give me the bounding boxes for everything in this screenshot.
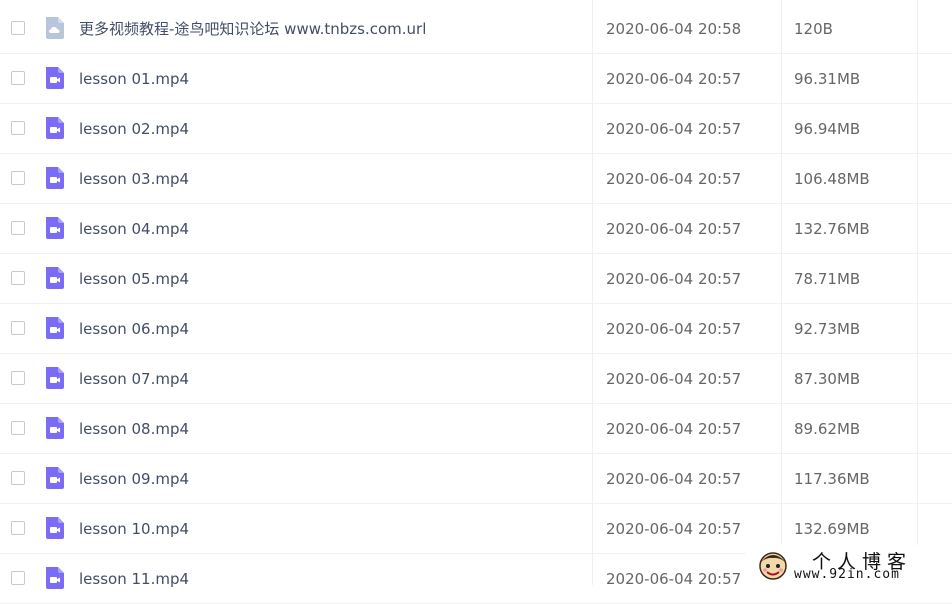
row-checkbox[interactable]: [11, 321, 25, 335]
video-file-icon: [43, 366, 67, 390]
row-checkbox[interactable]: [11, 71, 25, 85]
file-size: 117.36MB: [794, 470, 870, 488]
file-modified-date: 2020-06-04 20:57: [606, 370, 742, 388]
row-checkbox[interactable]: [11, 121, 25, 135]
watermark: 个人博客 www.92in.com: [746, 545, 952, 585]
file-row[interactable]: lesson 06.mp4 2020-06-04 20:57 92.73MB: [0, 304, 952, 354]
file-row[interactable]: lesson 07.mp4 2020-06-04 20:57 87.30MB: [0, 354, 952, 404]
file-row[interactable]: lesson 01.mp4 2020-06-04 20:57 96.31MB: [0, 54, 952, 104]
watermark-url: www.92in.com: [794, 567, 900, 582]
file-modified-date: 2020-06-04 20:57: [606, 570, 742, 588]
file-modified-date: 2020-06-04 20:57: [606, 520, 742, 538]
row-checkbox[interactable]: [11, 521, 25, 535]
file-modified-date: 2020-06-04 20:57: [606, 320, 742, 338]
video-file-icon: [43, 516, 67, 540]
file-modified-date: 2020-06-04 20:57: [606, 270, 742, 288]
file-size: 96.94MB: [794, 120, 861, 138]
video-file-icon: [43, 266, 67, 290]
file-size: 78.71MB: [794, 270, 861, 288]
file-name[interactable]: 更多视频教程-途鸟吧知识论坛 www.tnbzs.com.url: [79, 4, 426, 54]
row-checkbox[interactable]: [11, 471, 25, 485]
file-modified-date: 2020-06-04 20:58: [606, 20, 742, 38]
video-file-icon: [43, 166, 67, 190]
file-name[interactable]: lesson 04.mp4: [79, 204, 189, 254]
video-file-icon: [43, 66, 67, 90]
file-modified-date: 2020-06-04 20:57: [606, 220, 742, 238]
file-row[interactable]: lesson 04.mp4 2020-06-04 20:57 132.76MB: [0, 204, 952, 254]
cartoon-face-icon: [759, 552, 787, 580]
file-modified-date: 2020-06-04 20:57: [606, 420, 742, 438]
file-modified-date: 2020-06-04 20:57: [606, 70, 742, 88]
file-row[interactable]: lesson 02.mp4 2020-06-04 20:57 96.94MB: [0, 104, 952, 154]
file-name[interactable]: lesson 09.mp4: [79, 454, 189, 504]
url-file-icon: [43, 16, 67, 40]
file-name[interactable]: lesson 02.mp4: [79, 104, 189, 154]
row-checkbox[interactable]: [11, 421, 25, 435]
file-name[interactable]: lesson 10.mp4: [79, 504, 189, 554]
row-checkbox[interactable]: [11, 21, 25, 35]
file-modified-date: 2020-06-04 20:57: [606, 170, 742, 188]
video-file-icon: [43, 116, 67, 140]
video-file-icon: [43, 316, 67, 340]
row-checkbox[interactable]: [11, 571, 25, 585]
file-size: 89.62MB: [794, 420, 861, 438]
file-row[interactable]: lesson 05.mp4 2020-06-04 20:57 78.71MB: [0, 254, 952, 304]
file-row[interactable]: lesson 09.mp4 2020-06-04 20:57 117.36MB: [0, 454, 952, 504]
file-row[interactable]: lesson 08.mp4 2020-06-04 20:57 89.62MB: [0, 404, 952, 454]
file-size: 132.76MB: [794, 220, 870, 238]
file-name[interactable]: lesson 03.mp4: [79, 154, 189, 204]
file-name[interactable]: lesson 07.mp4: [79, 354, 189, 404]
video-file-icon: [43, 466, 67, 490]
row-checkbox[interactable]: [11, 371, 25, 385]
file-name[interactable]: lesson 06.mp4: [79, 304, 189, 354]
file-size: 96.31MB: [794, 70, 861, 88]
file-name[interactable]: lesson 05.mp4: [79, 254, 189, 304]
file-modified-date: 2020-06-04 20:57: [606, 120, 742, 138]
file-size: 120B: [794, 20, 833, 38]
video-file-icon: [43, 566, 67, 590]
row-checkbox[interactable]: [11, 221, 25, 235]
file-name[interactable]: lesson 11.mp4: [79, 554, 189, 604]
video-file-icon: [43, 216, 67, 240]
row-checkbox[interactable]: [11, 271, 25, 285]
file-row[interactable]: lesson 03.mp4 2020-06-04 20:57 106.48MB: [0, 154, 952, 204]
file-size: 87.30MB: [794, 370, 861, 388]
file-size: 106.48MB: [794, 170, 870, 188]
file-size: 92.73MB: [794, 320, 861, 338]
file-modified-date: 2020-06-04 20:57: [606, 470, 742, 488]
row-checkbox[interactable]: [11, 171, 25, 185]
file-name[interactable]: lesson 01.mp4: [79, 54, 189, 104]
file-row[interactable]: 更多视频教程-途鸟吧知识论坛 www.tnbzs.com.url 2020-06-…: [0, 4, 952, 54]
video-file-icon: [43, 416, 67, 440]
file-name[interactable]: lesson 08.mp4: [79, 404, 189, 454]
